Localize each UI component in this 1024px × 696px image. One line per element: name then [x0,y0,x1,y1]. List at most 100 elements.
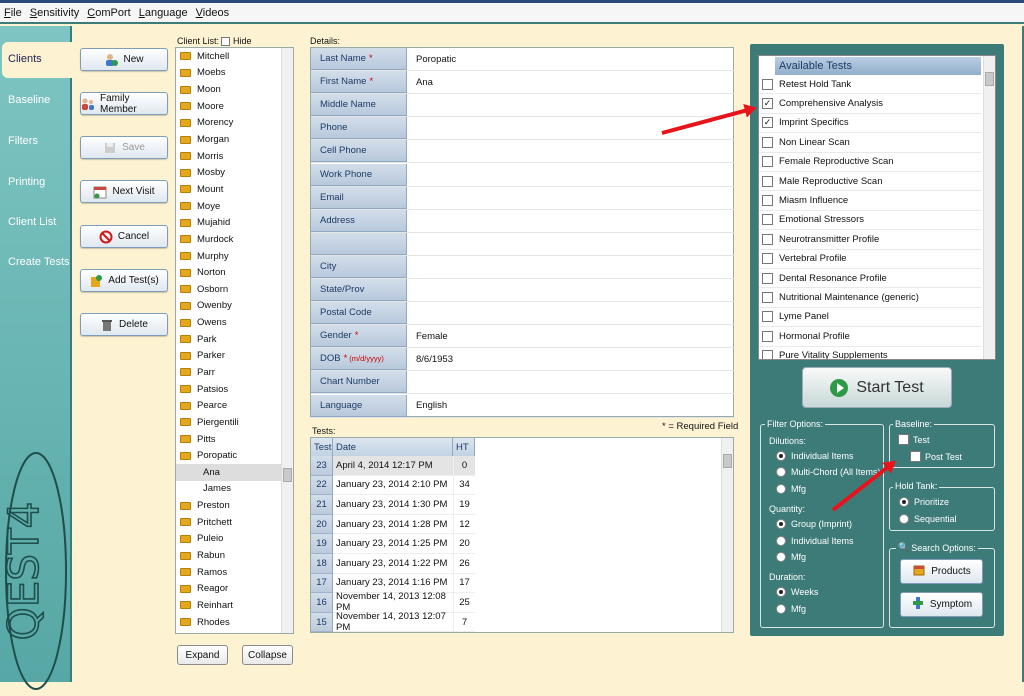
test-checkbox[interactable] [762,156,773,168]
sidebar-item-filters[interactable]: Filters [8,135,38,147]
hide-checkbox[interactable] [221,36,230,46]
collapse-button[interactable]: Collapse [242,645,293,665]
available-test-item[interactable]: Non Linear Scan [759,133,981,153]
client-list-item[interactable]: Murdock [176,231,293,248]
sidebar-item-client-list[interactable]: Client List [8,216,56,228]
client-list-item[interactable]: Osborn [176,281,293,298]
quantity-individual-items-radio[interactable]: Individual Items [776,536,854,546]
detail-value-field[interactable] [407,94,735,116]
products-button[interactable]: Products [900,559,983,584]
test-checkbox[interactable] [762,175,773,187]
duration-weeks-radio[interactable]: Weeks [776,587,818,597]
client-list-scrollbar[interactable] [281,48,293,633]
hold-tank-sequential-radio[interactable]: Sequential [899,514,957,524]
menu-language[interactable]: Language [139,7,188,19]
dilution-multi-chord-radio[interactable]: Multi-Chord (All Items) [776,467,881,477]
expand-button[interactable]: Expand [177,645,228,665]
baseline-post-test-checkbox[interactable]: ✓ Post Test [910,451,962,462]
dilution-mfg-radio[interactable]: Mfg [776,484,806,494]
client-list-item[interactable]: Park [176,331,293,348]
dilution-individual-items-radio[interactable]: Individual Items [776,451,854,461]
client-list-item[interactable]: Morgan [176,131,293,148]
add-tests-button[interactable]: Add Test(s) [80,269,168,292]
available-test-item[interactable]: Dental Resonance Profile [759,269,981,289]
available-test-item[interactable]: Male Reproductive Scan [759,172,981,192]
available-test-item[interactable]: Vertebral Profile [759,250,981,269]
available-test-item[interactable]: ✓ Comprehensive Analysis [759,94,981,114]
tests-scroll-thumb[interactable] [723,454,732,468]
client-list-scroll-thumb[interactable] [283,468,292,482]
table-row[interactable]: 20 January 23, 2014 1:28 PM 12 [311,514,475,535]
test-checkbox[interactable] [762,253,773,265]
test-checkbox[interactable] [762,272,773,284]
client-list-item[interactable]: Rabun [176,547,293,564]
cancel-button[interactable]: Cancel [80,225,168,248]
available-tests-list[interactable]: Available Tests Retest Hold Tank ✓ Compreh… [758,55,996,360]
client-list-item[interactable]: Mujahid [176,214,293,231]
baseline-test-checkbox[interactable]: ✓ Test [898,434,930,445]
client-list-item[interactable]: Preston [176,497,293,514]
available-test-item[interactable]: Retest Hold Tank [759,75,981,95]
table-row[interactable]: 18 January 23, 2014 1:22 PM 26 [311,554,475,574]
client-list-item[interactable]: Murphy [176,248,293,265]
family-member-button[interactable]: Family Member [80,92,168,115]
available-test-item[interactable]: Nutritional Maintenance (generic) [759,288,981,308]
delete-button[interactable]: Delete [80,313,168,336]
client-list-item[interactable]: Morency [176,115,293,132]
client-list-item[interactable]: Ramos [176,564,293,581]
detail-value-field[interactable]: Female [407,325,735,347]
detail-value-field[interactable] [407,164,735,186]
hide-option[interactable]: Hide [221,36,252,46]
next-visit-button[interactable]: Next Visit [80,180,168,203]
menu-sensitivity[interactable]: Sensitivity [30,7,80,19]
client-list-item[interactable]: Poropatic [176,447,293,464]
tests-table[interactable]: Test Date HT 23 April 4, 2014 12:17 PM 0 22… [310,437,734,633]
test-checkbox[interactable]: ✓ [762,117,773,129]
detail-value-field[interactable] [407,302,735,324]
detail-value-field[interactable] [407,233,735,255]
save-button[interactable]: Save [80,136,168,159]
detail-value-field[interactable] [407,187,735,209]
detail-value-field[interactable]: 8/6/1953 [407,348,735,370]
client-list-item[interactable]: Puleio [176,531,293,548]
detail-value-field[interactable] [407,210,735,232]
menu-file[interactable]: File [4,7,22,19]
available-test-item[interactable]: ✓ Imprint Specifics [759,114,981,134]
client-list-item[interactable]: Richardson [176,630,293,633]
client-list-item[interactable]: Mitchell [176,48,293,65]
client-list[interactable]: Mitchell Moebs Moon Moore Morency Morgan Morri… [175,47,294,634]
quantity-group-radio[interactable]: Group (Imprint) [776,519,852,529]
client-list-item[interactable]: Pritchett [176,514,293,531]
test-checkbox[interactable] [762,195,773,207]
available-test-item[interactable]: Pure Vitality Supplements [759,347,981,359]
client-list-item[interactable]: Reagor [176,581,293,598]
available-test-item[interactable]: Emotional Stressors [759,211,981,231]
client-list-item[interactable]: Pitts [176,431,293,448]
table-row[interactable]: 19 January 23, 2014 1:25 PM 20 [311,534,475,554]
detail-value-field[interactable] [407,279,735,301]
table-row[interactable]: 15 November 14, 2013 12:07 PM 7 [311,611,475,632]
detail-value-field[interactable] [407,371,735,393]
test-checkbox[interactable] [762,78,773,90]
symptom-button[interactable]: Symptom [900,592,983,617]
detail-value-field[interactable] [407,256,735,278]
test-checkbox[interactable] [762,136,773,148]
test-checkbox[interactable]: ✓ [762,98,773,110]
client-list-item[interactable]: Piergentili [176,414,293,431]
detail-value-field[interactable]: Poropatic [407,48,735,70]
client-list-item[interactable]: Patsios [176,381,293,398]
client-list-item[interactable]: Parr [176,364,293,381]
client-list-item[interactable]: Owens [176,314,293,331]
test-checkbox[interactable] [762,350,773,359]
client-list-item[interactable]: Moye [176,198,293,215]
client-list-item[interactable]: Reinhart [176,597,293,614]
available-test-item[interactable]: Female Reproductive Scan [759,153,981,172]
menu-comport[interactable]: ComPort [87,7,130,19]
client-list-item[interactable]: Moon [176,81,293,98]
test-checkbox[interactable] [762,292,773,304]
tests-header-date[interactable]: Date [333,438,453,456]
table-row[interactable]: 16 November 14, 2013 12:08 PM 25 [311,591,475,613]
available-tests-scroll-thumb[interactable] [985,72,994,86]
quantity-mfg-radio[interactable]: Mfg [776,552,806,562]
table-row[interactable]: 23 April 4, 2014 12:17 PM 0 [311,456,475,476]
